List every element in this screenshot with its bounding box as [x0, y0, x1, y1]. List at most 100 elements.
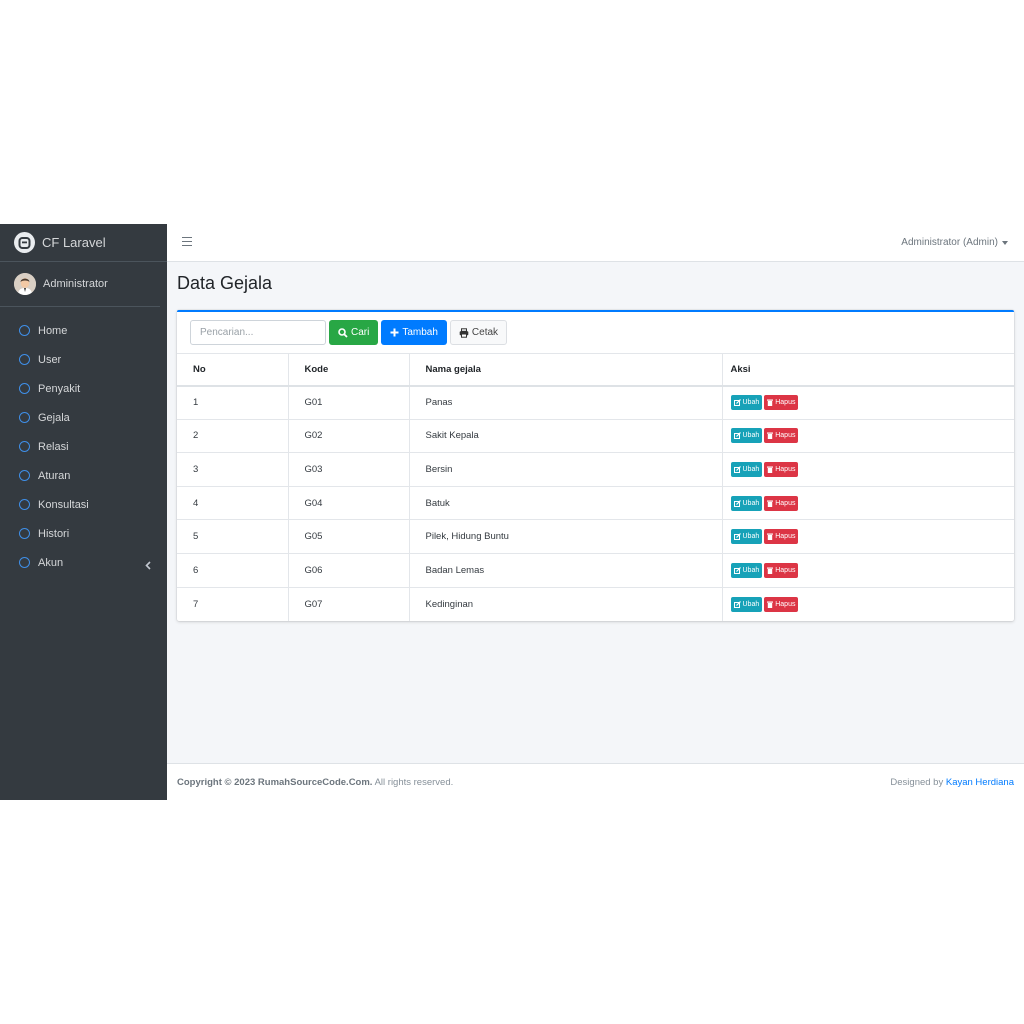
cell-no: 6 [177, 552, 289, 588]
tambah-button[interactable]: Tambah [381, 320, 447, 345]
footer: Copyright © 2023 RumahSourceCode.Com. Al… [167, 763, 1024, 800]
ubah-label: Ubah [742, 499, 760, 507]
ubah-button[interactable]: Ubah [730, 562, 763, 578]
circle-outline-icon [19, 499, 30, 510]
footer-credit: Designed by Kayan Herdiana [890, 777, 1014, 788]
ubah-button[interactable]: Ubah [730, 596, 763, 612]
hapus-button[interactable]: Hapus [764, 596, 799, 612]
cari-label: Cari [351, 327, 370, 338]
cell-nama-gejala: Pilek, Hidung Buntu [408, 519, 723, 554]
ubah-label: Ubah [742, 533, 760, 541]
cell-kode: G04 [287, 485, 410, 521]
cell-kode: G01 [287, 385, 410, 420]
cell-no: 1 [177, 385, 289, 420]
cell-kode: G07 [287, 586, 410, 621]
trash-icon [767, 500, 774, 507]
app-window: CF Laravel Administrator Home User Penya… [0, 224, 1024, 800]
cari-button[interactable]: Cari [329, 320, 379, 345]
cell-kode: G02 [287, 418, 410, 454]
menu-toggle-icon[interactable] [182, 237, 192, 247]
sidebar-item-home[interactable]: Home [0, 316, 167, 345]
hapus-label: Hapus [775, 465, 796, 473]
hapus-label: Hapus [775, 432, 796, 440]
sidebar-item-akun[interactable]: Akun [0, 548, 167, 577]
sidebar-item-user[interactable]: User [0, 345, 167, 374]
ubah-button[interactable]: Ubah [730, 461, 763, 477]
ubah-label: Ubah [742, 399, 760, 407]
sidebar-item-penyakit[interactable]: Penyakit [0, 374, 167, 403]
cell-no: 2 [177, 418, 289, 454]
table-row: 5 G05 Pilek, Hidung Buntu Ubah Hapus [177, 519, 1014, 554]
sidebar-item-histori[interactable]: Histori [0, 519, 167, 548]
user-menu-label: Administrator (Admin) [901, 237, 998, 248]
sidebar-item-label: Relasi [38, 440, 69, 453]
hapus-button[interactable]: Hapus [764, 562, 799, 578]
circle-outline-icon [19, 383, 30, 394]
hapus-button[interactable]: Hapus [764, 529, 799, 545]
hapus-button[interactable]: Hapus [764, 461, 799, 477]
chevron-left-icon [145, 557, 151, 575]
cell-no: 3 [177, 452, 289, 487]
cell-kode: G06 [287, 552, 410, 588]
sidebar-item-label: Gejala [38, 411, 70, 424]
hapus-label: Hapus [775, 600, 796, 608]
tambah-label: Tambah [402, 327, 438, 338]
ubah-button[interactable]: Ubah [730, 495, 763, 511]
search-icon [338, 327, 348, 338]
column-header-aksi: Aksi [721, 353, 1014, 387]
gejala-table: No Kode Nama gejala Aksi 1 G01 Panas Ubah Ha… [177, 353, 1014, 621]
top-navbar: Administrator (Admin) [167, 224, 1024, 262]
hapus-button[interactable]: Hapus [764, 495, 799, 511]
edit-icon [733, 399, 741, 407]
cell-aksi: Ubah Hapus [721, 586, 1014, 621]
hapus-label: Hapus [775, 499, 796, 507]
circle-outline-icon [19, 441, 30, 452]
trash-icon [767, 533, 774, 541]
sidebar-nav: Home User Penyakit Gejala Relasi Aturan [0, 307, 167, 577]
sidebar-item-label: Konsultasi [38, 498, 89, 511]
user-menu-dropdown[interactable]: Administrator (Admin) [901, 237, 1008, 248]
hapus-button[interactable]: Hapus [764, 428, 799, 444]
ubah-button[interactable]: Ubah [730, 395, 763, 411]
ubah-label: Ubah [742, 600, 760, 608]
sidebar-item-aturan[interactable]: Aturan [0, 461, 167, 490]
trash-icon [767, 466, 774, 473]
caret-down-icon [1002, 240, 1008, 245]
edit-icon [733, 533, 741, 541]
data-card: Cari Tambah Cetak No Kode [177, 310, 1014, 621]
circle-outline-icon [19, 354, 30, 365]
table-row: 3 G03 Bersin Ubah Hapus [177, 452, 1014, 487]
user-name: Administrator [43, 278, 108, 290]
circle-outline-icon [19, 528, 30, 539]
designer-link[interactable]: Kayan Herdiana [946, 777, 1014, 788]
sidebar-item-gejala[interactable]: Gejala [0, 403, 167, 432]
search-input[interactable] [190, 320, 326, 345]
cell-aksi: Ubah Hapus [721, 485, 1014, 521]
trash-icon [767, 567, 774, 574]
hapus-label: Hapus [775, 533, 796, 541]
brand-link[interactable]: CF Laravel [0, 224, 167, 262]
ubah-button[interactable]: Ubah [730, 529, 763, 545]
cell-no: 5 [177, 519, 289, 554]
table-row: 1 G01 Panas Ubah Hapus [177, 385, 1014, 420]
trash-icon [767, 601, 774, 608]
cell-nama-gejala: Panas [408, 385, 723, 420]
ubah-label: Ubah [742, 566, 760, 574]
print-icon [459, 327, 469, 338]
sidebar-item-label: Aturan [38, 469, 71, 482]
sidebar-item-konsultasi[interactable]: Konsultasi [0, 490, 167, 519]
cetak-button[interactable]: Cetak [449, 320, 508, 345]
user-panel[interactable]: Administrator [0, 262, 160, 307]
trash-icon [767, 399, 774, 407]
cetak-label: Cetak [471, 327, 499, 338]
sidebar-item-label: Histori [38, 527, 70, 540]
cell-aksi: Ubah Hapus [721, 452, 1014, 487]
cell-aksi: Ubah Hapus [721, 519, 1014, 554]
ubah-label: Ubah [742, 465, 760, 473]
hapus-button[interactable]: Hapus [764, 395, 799, 411]
sidebar-item-label: User [38, 353, 62, 366]
sidebar-item-relasi[interactable]: Relasi [0, 432, 167, 461]
sidebar-item-label: Home [38, 324, 68, 337]
ubah-button[interactable]: Ubah [730, 428, 763, 444]
table-header-row: No Kode Nama gejala Aksi [177, 353, 1014, 387]
